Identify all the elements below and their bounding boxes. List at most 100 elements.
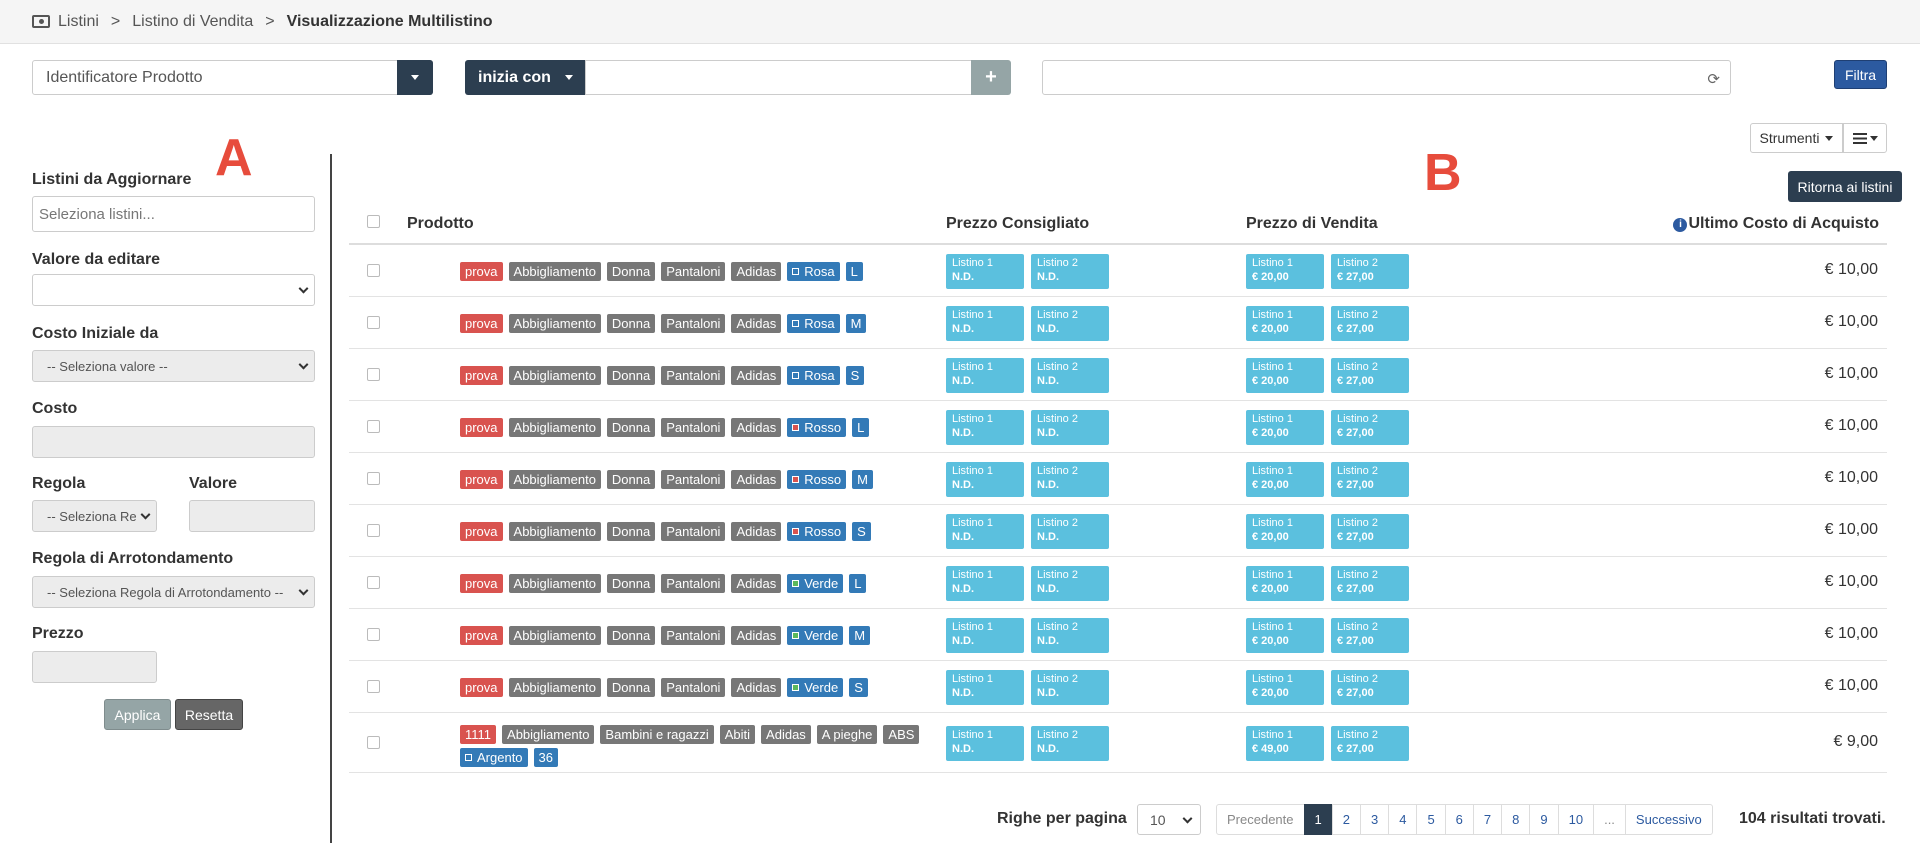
price-box[interactable]: Listino 1 € 20,00 bbox=[1246, 670, 1324, 705]
price-box[interactable]: Listino 1 € 20,00 bbox=[1246, 410, 1324, 445]
header-prodotto[interactable]: Prodotto bbox=[407, 215, 474, 233]
columns-menu-button[interactable] bbox=[1843, 123, 1887, 153]
back-to-lists-button[interactable]: Ritorna ai listini bbox=[1788, 171, 1902, 202]
price-box[interactable]: Listino 2 € 27,00 bbox=[1331, 358, 1409, 393]
row-checkbox[interactable] bbox=[367, 420, 380, 433]
price-box[interactable]: Listino 1 N.D. bbox=[946, 726, 1024, 761]
page-button[interactable]: 9 bbox=[1529, 804, 1559, 835]
page-button[interactable]: 2 bbox=[1331, 804, 1361, 835]
next-page-button[interactable]: Successivo bbox=[1624, 804, 1713, 835]
page-button[interactable]: 8 bbox=[1501, 804, 1531, 835]
price-box[interactable]: Listino 1 € 20,00 bbox=[1246, 566, 1324, 601]
search-input[interactable]: ⟳ bbox=[1042, 60, 1731, 95]
costo-iniziale-select[interactable]: -- Seleziona valore -- bbox=[32, 350, 315, 382]
costo-input[interactable] bbox=[32, 426, 315, 458]
page-button[interactable]: 6 bbox=[1444, 804, 1474, 835]
row-checkbox[interactable] bbox=[367, 368, 380, 381]
table-row[interactable]: 1111 Abbigliamento Bambini e ragazzi Abiti A… bbox=[349, 713, 1887, 773]
table-row[interactable]: prova Abbigliamento Donna Pantaloni Adidas Ro… bbox=[349, 505, 1887, 557]
header-prezzo-consigliato[interactable]: Prezzo Consigliato bbox=[946, 215, 1089, 233]
breadcrumb-item-listino-vendita[interactable]: Listino di Vendita bbox=[132, 13, 253, 31]
price-box[interactable]: Listino 2 € 27,00 bbox=[1331, 566, 1409, 601]
page-button[interactable]: 5 bbox=[1416, 804, 1446, 835]
table-row[interactable]: prova Abbigliamento Donna Pantaloni Adidas Ro… bbox=[349, 245, 1887, 297]
table-row[interactable]: prova Abbigliamento Donna Pantaloni Adidas Ve… bbox=[349, 609, 1887, 661]
valore-input[interactable] bbox=[189, 500, 315, 532]
price-box[interactable]: Listino 2 N.D. bbox=[1031, 306, 1109, 341]
page-button[interactable]: ... bbox=[1593, 804, 1626, 835]
price-box[interactable]: Listino 1 € 20,00 bbox=[1246, 462, 1324, 497]
add-filter-button[interactable]: + bbox=[971, 60, 1011, 95]
price-box[interactable]: Listino 2 € 27,00 bbox=[1331, 514, 1409, 549]
price-box[interactable]: Listino 1 € 20,00 bbox=[1246, 618, 1324, 653]
listini-select[interactable]: Seleziona listini... bbox=[32, 196, 315, 232]
header-prezzo-vendita[interactable]: Prezzo di Vendita bbox=[1246, 215, 1378, 233]
price-box[interactable]: Listino 1 N.D. bbox=[946, 462, 1024, 497]
page-button[interactable]: 1 bbox=[1303, 804, 1333, 835]
row-checkbox[interactable] bbox=[367, 576, 380, 589]
valore-editare-select[interactable] bbox=[32, 274, 315, 306]
row-checkbox[interactable] bbox=[367, 524, 380, 537]
row-checkbox[interactable] bbox=[367, 680, 380, 693]
row-checkbox[interactable] bbox=[367, 316, 380, 329]
field-select-toggle[interactable] bbox=[397, 60, 433, 95]
price-box[interactable]: Listino 1 € 20,00 bbox=[1246, 514, 1324, 549]
filter-button[interactable]: Filtra bbox=[1834, 60, 1887, 89]
page-button[interactable]: 7 bbox=[1472, 804, 1503, 835]
row-checkbox[interactable] bbox=[367, 264, 380, 277]
condition-dropdown[interactable]: inizia con bbox=[465, 60, 585, 95]
price-box[interactable]: Listino 2 € 27,00 bbox=[1331, 306, 1409, 341]
price-box[interactable]: Listino 1 N.D. bbox=[946, 514, 1024, 549]
price-box[interactable]: Listino 2 N.D. bbox=[1031, 462, 1109, 497]
price-box[interactable]: Listino 2 N.D. bbox=[1031, 514, 1109, 549]
price-box[interactable]: Listino 2 N.D. bbox=[1031, 566, 1109, 601]
row-checkbox[interactable] bbox=[367, 472, 380, 485]
select-all-checkbox[interactable] bbox=[367, 215, 380, 228]
row-checkbox[interactable] bbox=[367, 628, 380, 641]
price-box[interactable]: Listino 2 € 27,00 bbox=[1331, 254, 1409, 289]
price-box[interactable]: Listino 1 € 20,00 bbox=[1246, 358, 1324, 393]
price-box[interactable]: Listino 2 N.D. bbox=[1031, 726, 1109, 761]
table-row[interactable]: prova Abbigliamento Donna Pantaloni Adidas Ve… bbox=[349, 661, 1887, 713]
rows-per-page-select[interactable]: 10 bbox=[1137, 804, 1201, 835]
filter-value-input[interactable] bbox=[585, 60, 972, 95]
prezzo-input[interactable] bbox=[32, 651, 157, 683]
price-box[interactable]: Listino 2 N.D. bbox=[1031, 410, 1109, 445]
price-box[interactable]: Listino 1 € 20,00 bbox=[1246, 254, 1324, 289]
info-icon[interactable]: i bbox=[1673, 217, 1688, 232]
table-row[interactable]: prova Abbigliamento Donna Pantaloni Adidas Ro… bbox=[349, 401, 1887, 453]
table-row[interactable]: prova Abbigliamento Donna Pantaloni Adidas Ro… bbox=[349, 453, 1887, 505]
refresh-icon[interactable]: ⟳ bbox=[1707, 70, 1720, 88]
price-box[interactable]: Listino 2 € 27,00 bbox=[1331, 410, 1409, 445]
price-box[interactable]: Listino 1 N.D. bbox=[946, 670, 1024, 705]
price-box[interactable]: Listino 2 € 27,00 bbox=[1331, 726, 1409, 761]
field-select[interactable]: Identificatore Prodotto bbox=[32, 60, 433, 95]
table-row[interactable]: prova Abbigliamento Donna Pantaloni Adidas Ve… bbox=[349, 557, 1887, 609]
table-row[interactable]: prova Abbigliamento Donna Pantaloni Adidas Ro… bbox=[349, 297, 1887, 349]
page-button[interactable]: 3 bbox=[1359, 804, 1390, 835]
price-box[interactable]: Listino 2 N.D. bbox=[1031, 358, 1109, 393]
price-box[interactable]: Listino 1 € 49,00 bbox=[1246, 726, 1324, 761]
table-row[interactable]: prova Abbigliamento Donna Pantaloni Adidas Ro… bbox=[349, 349, 1887, 401]
price-box[interactable]: Listino 1 N.D. bbox=[946, 410, 1024, 445]
price-box[interactable]: Listino 1 N.D. bbox=[946, 254, 1024, 289]
row-checkbox[interactable] bbox=[367, 736, 380, 749]
price-box[interactable]: Listino 1 N.D. bbox=[946, 306, 1024, 341]
apply-button[interactable]: Applica bbox=[104, 699, 171, 730]
price-box[interactable]: Listino 2 € 27,00 bbox=[1331, 618, 1409, 653]
header-ultimo-costo[interactable]: i Ultimo Costo di Acquisto bbox=[1673, 215, 1879, 233]
regola-select[interactable]: -- Seleziona Re bbox=[32, 500, 157, 532]
breadcrumb-item-listini[interactable]: Listini bbox=[58, 13, 99, 31]
price-box[interactable]: Listino 2 N.D. bbox=[1031, 618, 1109, 653]
page-button[interactable]: 4 bbox=[1388, 804, 1418, 835]
price-box[interactable]: Listino 2 N.D. bbox=[1031, 670, 1109, 705]
price-box[interactable]: Listino 1 N.D. bbox=[946, 566, 1024, 601]
price-box[interactable]: Listino 2 € 27,00 bbox=[1331, 462, 1409, 497]
reset-button[interactable]: Resetta bbox=[175, 699, 243, 730]
tools-dropdown[interactable]: Strumenti bbox=[1750, 123, 1843, 153]
price-box[interactable]: Listino 1 N.D. bbox=[946, 358, 1024, 393]
price-box[interactable]: Listino 2 € 27,00 bbox=[1331, 670, 1409, 705]
price-box[interactable]: Listino 1 N.D. bbox=[946, 618, 1024, 653]
prev-page-button[interactable]: Precedente bbox=[1216, 804, 1305, 835]
price-box[interactable]: Listino 2 N.D. bbox=[1031, 254, 1109, 289]
